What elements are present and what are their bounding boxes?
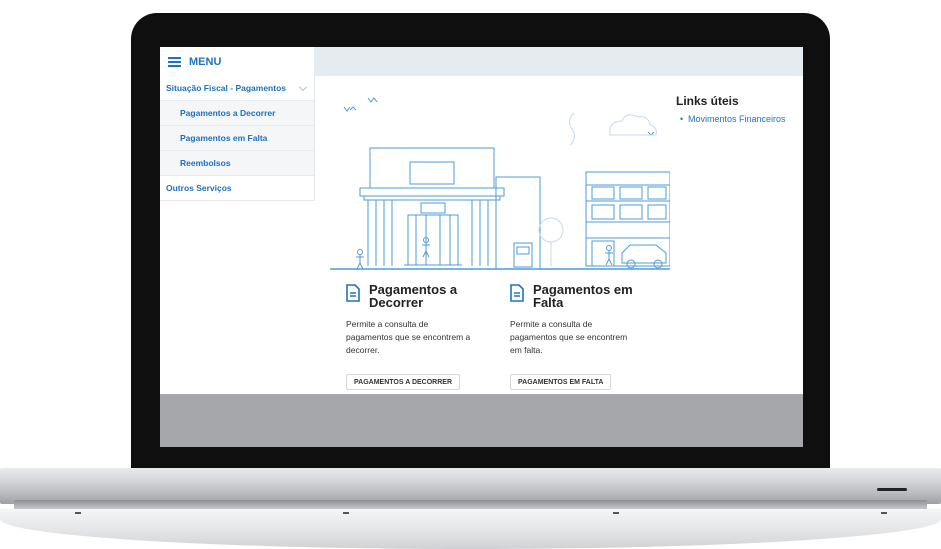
hamburger-icon [168, 56, 181, 67]
city-illustration [330, 97, 670, 270]
card-pagamentos-em-falta: Pagamentos em Falta Permite a consulta d… [510, 283, 660, 390]
laptop-foot-mark [613, 512, 619, 514]
sidebar-item-pagamentos-em-falta[interactable]: Pagamentos em Falta [160, 126, 314, 151]
pagamentos-em-falta-button[interactable]: PAGAMENTOS EM FALTA [510, 374, 612, 390]
card-title: Pagamentos a Decorrer [369, 283, 457, 309]
sidebar-item-label: Pagamentos em Falta [180, 133, 268, 143]
top-bar: MENU [160, 47, 803, 76]
gray-footer [160, 394, 803, 447]
sidebar-item-label: Situação Fiscal - Pagamentos [166, 83, 286, 93]
sidebar-item-reembolsos[interactable]: Reembolsos [160, 151, 314, 176]
sidebar-item-outros-servicos[interactable]: Outros Serviços [160, 176, 314, 201]
document-icon [346, 284, 360, 302]
card-pagamentos-a-decorrer: Pagamentos a Decorrer Permite a consulta… [346, 283, 496, 390]
laptop-base [0, 468, 941, 504]
sidebar-item-label: Outros Serviços [166, 183, 232, 193]
pagamentos-a-decorrer-button[interactable]: PAGAMENTOS A DECORRER [346, 374, 461, 390]
screen: MENU Situação Fiscal - Pagamentos Pagame… [160, 47, 803, 447]
menu-label: MENU [189, 55, 222, 68]
laptop-foot-mark [75, 512, 81, 514]
laptop-base-edge [14, 500, 927, 509]
link-movimentos-financeiros[interactable]: Movimentos Financeiros [680, 114, 786, 124]
links-title: Links úteis [676, 94, 739, 108]
chevron-down-icon [298, 82, 308, 91]
laptop-foot-mark [343, 512, 349, 514]
sidebar-item-pagamentos-a-decorrer[interactable]: Pagamentos a Decorrer [160, 101, 314, 126]
sidebar-item-situacao-fiscal[interactable]: Situação Fiscal - Pagamentos [160, 76, 314, 101]
card-description-line: Permite a consulta de [346, 319, 429, 329]
card-description-line: pagamentos que se encontrem [510, 332, 628, 342]
card-description-line: em falta. [510, 345, 543, 355]
laptop-foot [0, 509, 941, 549]
sidebar-item-label: Pagamentos a Decorrer [180, 108, 276, 118]
card-description-line: Permite a consulta de [510, 319, 593, 329]
laptop-foot-mark [881, 512, 887, 514]
laptop-notch [877, 488, 907, 491]
document-icon [510, 284, 524, 302]
sidebar: Situação Fiscal - Pagamentos Pagamentos … [160, 76, 315, 201]
card-description: Permite a consulta de pagamentos que se … [346, 318, 496, 357]
card-description-line: pagamentos que se encontrem a [346, 332, 471, 342]
card-description-line: decorrer. [346, 345, 380, 355]
card-title: Pagamentos em Falta [533, 283, 633, 309]
card-title-line: Decorrer [369, 295, 424, 310]
card-title-line: Falta [533, 295, 564, 310]
menu-button[interactable]: MENU [160, 47, 314, 76]
sidebar-item-label: Reembolsos [180, 158, 231, 168]
card-description: Permite a consulta de pagamentos que se … [510, 318, 660, 357]
